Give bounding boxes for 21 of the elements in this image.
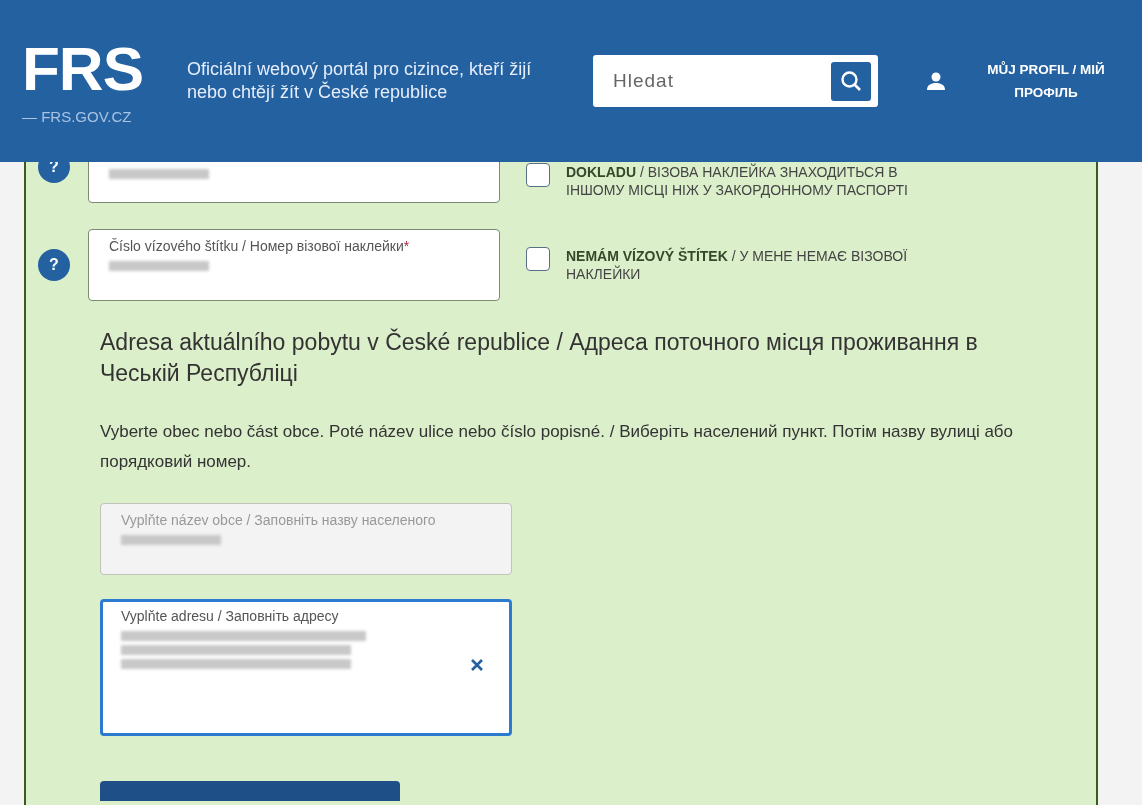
profile-link[interactable]: MŮJ PROFIL / МІЙ ПРОФІЛЬ <box>976 58 1116 104</box>
input-field[interactable]: Číslo vízového štítku / Номер візової наклейки* <box>88 229 500 301</box>
search-field[interactable]: Hledat <box>593 55 878 107</box>
section-heading: Adresa aktuálního pobytu v České republice / Адреса поточного місця проживання в Чеській Республіці <box>100 327 979 388</box>
search-button[interactable] <box>831 61 871 101</box>
field-label: Vyplňte název obce / Заповніть назву населеного <box>121 511 437 529</box>
tagline: Oficiální webový portál pro cizince, kteří žijí nebo chtějí žít v České republice <box>187 58 533 104</box>
field-label: Vyplňte adresu / Заповніть адресу <box>121 607 340 625</box>
input-field[interactable]: Vyplňte adresu / Заповніть адресу <box>100 599 512 736</box>
checkbox[interactable] <box>526 247 550 271</box>
field-label: Číslo vízového štítku / Номер візової наклейки* <box>109 237 411 255</box>
help-icon[interactable]: ? <box>38 249 70 281</box>
close-icon[interactable] <box>471 659 483 671</box>
site-domain: — FRS.GOV.CZ <box>22 107 133 125</box>
logo[interactable]: FRS <box>22 37 187 100</box>
search-icon <box>840 70 862 92</box>
section-hint: Vyberte obec nebo část obce. Poté název ulice nebo číslo popisné. / Виберіть населений пункт. Потім назву вулиці або порядковий номер. <box>100 421 1015 473</box>
checkbox-label: NEMÁM VÍZOVÝ ŠTÍTEK / У МЕНЕ НЕМАЄ ВІЗОВОЇ НАКЛЕЙКИ <box>566 247 909 283</box>
user-icon[interactable] <box>926 71 946 91</box>
checkbox[interactable] <box>526 163 550 187</box>
checkbox-label: DOKLADU / ВІЗОВА НАКЛЕЙКА ЗНАХОДИТЬСЯ В ІНШОМУ МІСЦІ НІЖ У ЗАКОРДОННОМУ ПАСПОРТІ <box>566 163 909 199</box>
